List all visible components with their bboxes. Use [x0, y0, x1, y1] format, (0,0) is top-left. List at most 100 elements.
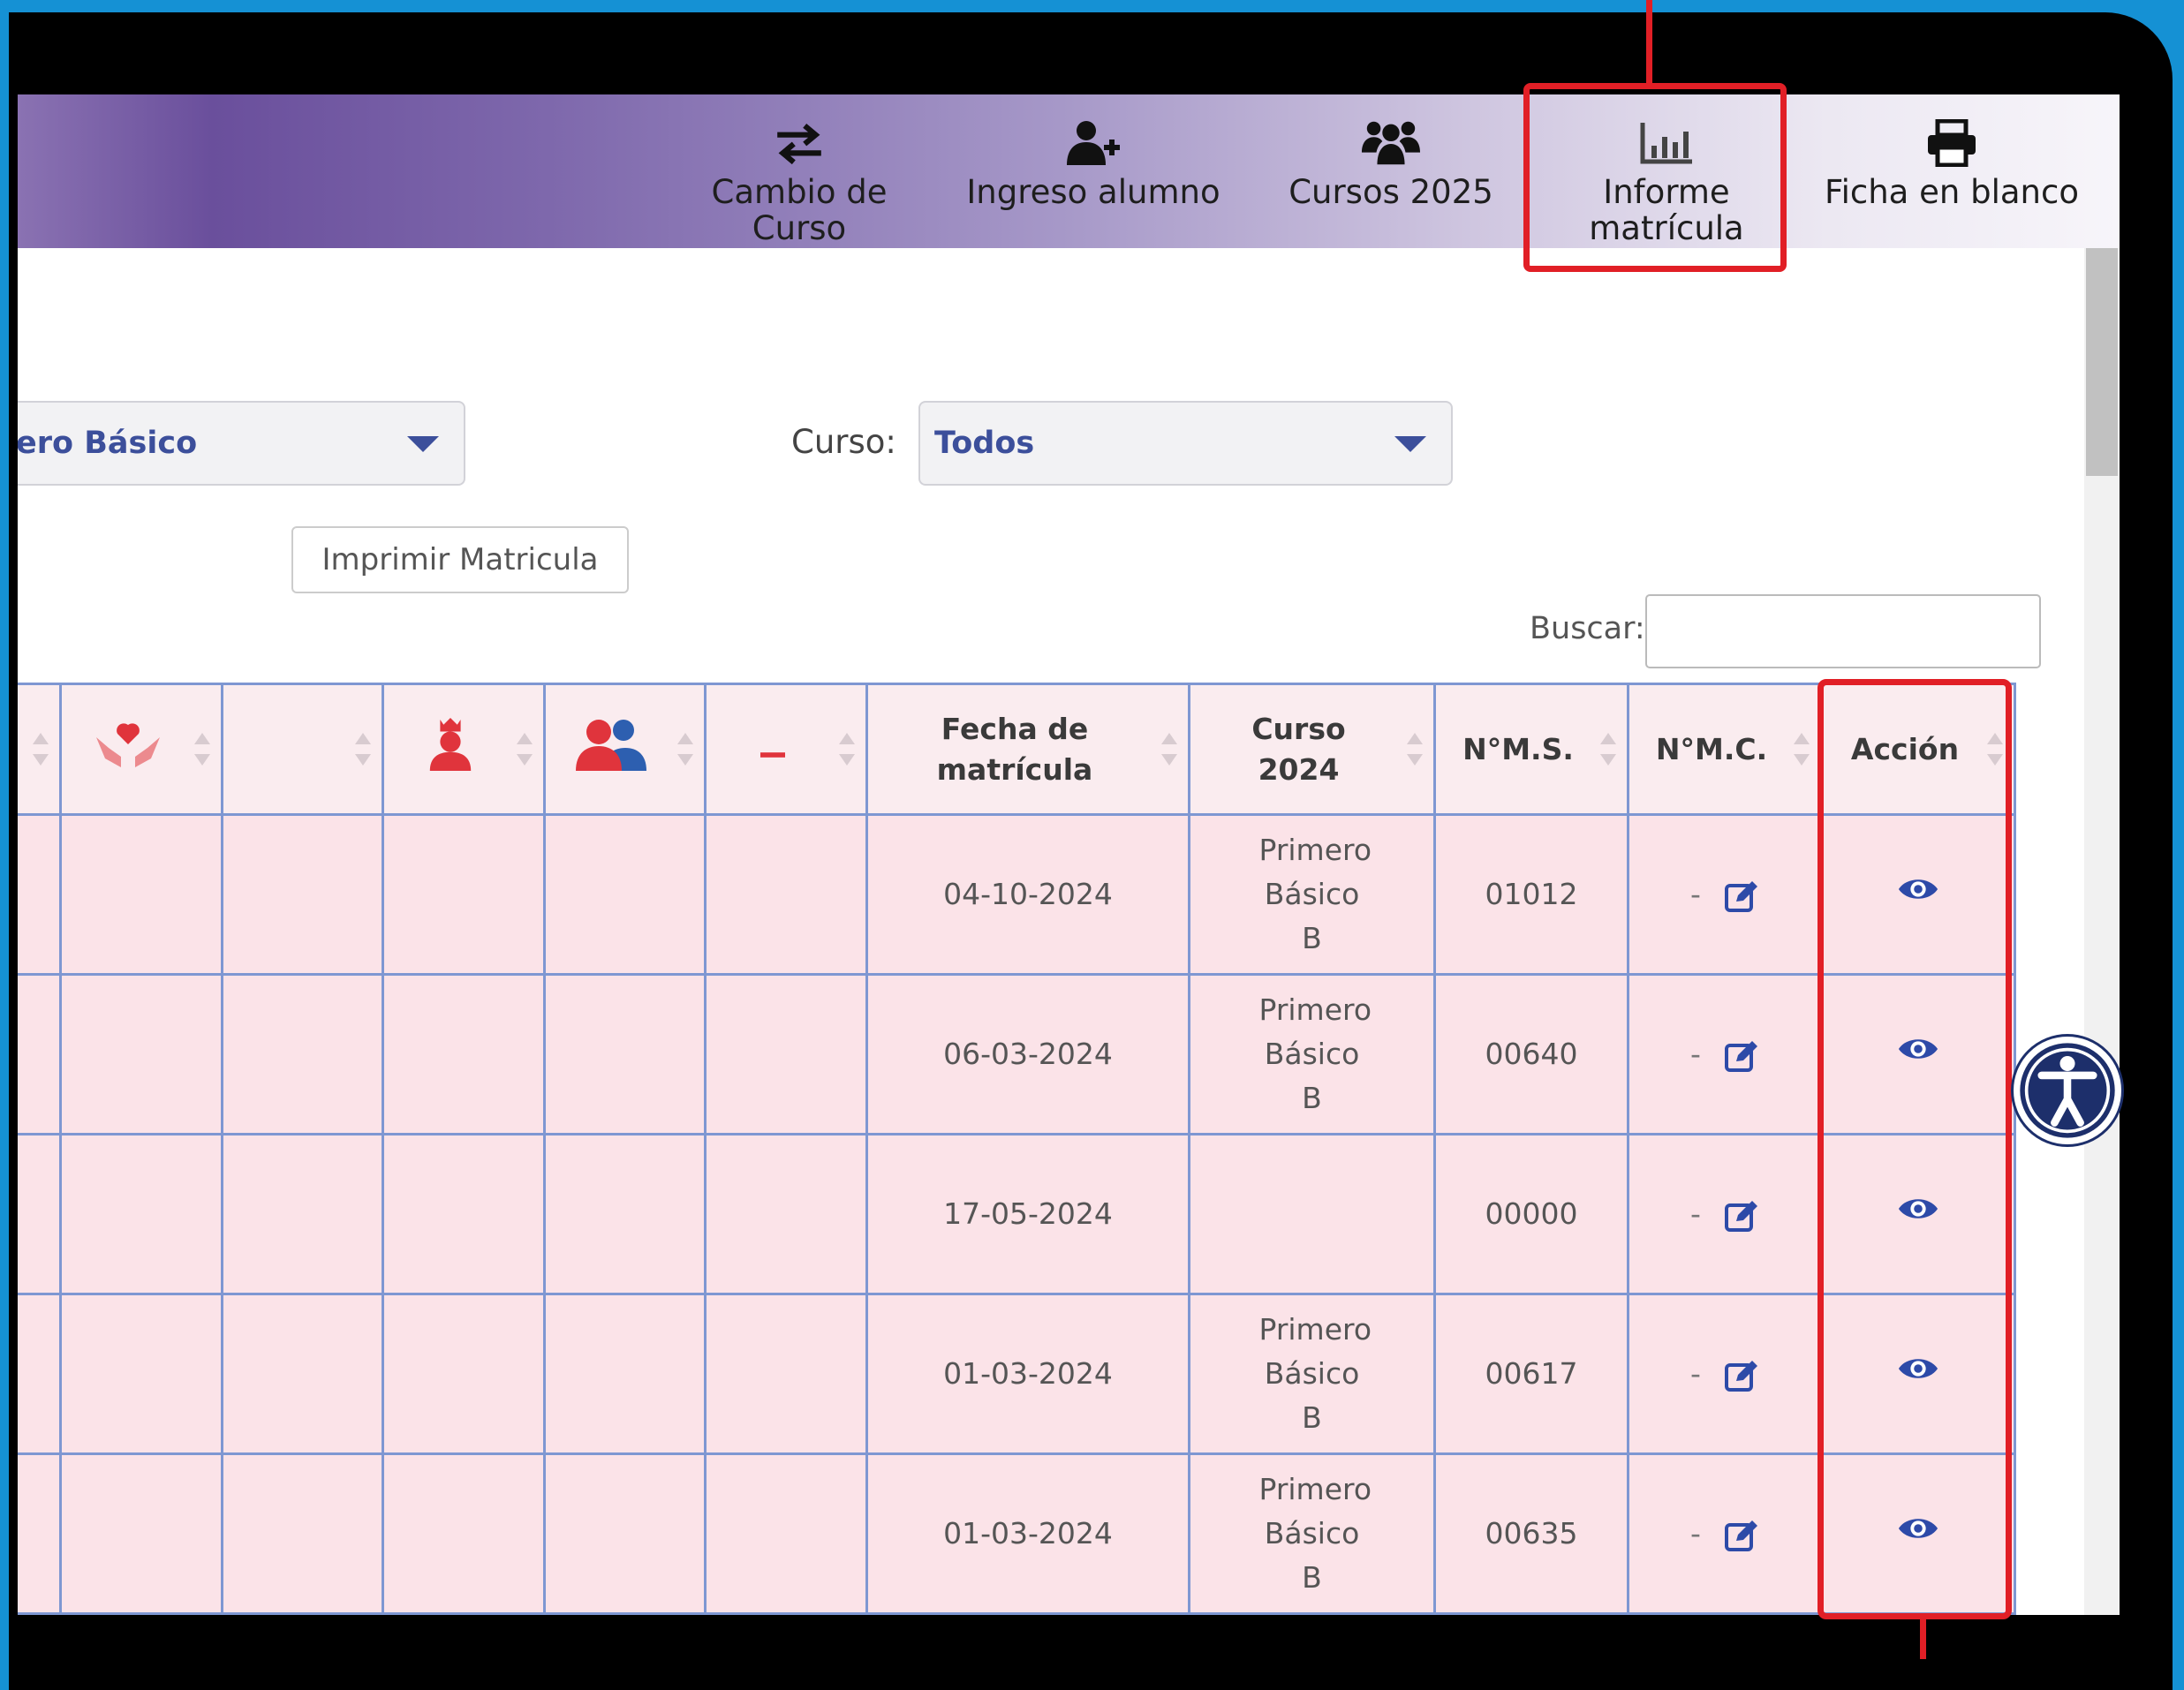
cell-nmc-value: -	[1690, 877, 1701, 911]
table-cell-empty	[704, 1293, 868, 1455]
exchange-icon	[667, 119, 932, 170]
cell-curso-text: Primero Básico B	[1258, 1312, 1372, 1435]
cell-nmc: -	[1627, 813, 1823, 976]
cell-curso: Primero Básico B	[1188, 1293, 1436, 1455]
sort-icon	[1407, 733, 1423, 773]
edit-icon[interactable]	[1724, 879, 1759, 914]
table-cell-empty	[18, 1133, 62, 1295]
sort-icon	[355, 733, 371, 773]
curso-select-value: Todos	[934, 426, 1035, 461]
nav-label: Cambio de Curso	[711, 173, 888, 247]
nav-label: Ficha en blanco	[1825, 173, 2079, 211]
cell-nms: 01012	[1433, 813, 1629, 976]
table-cell-empty	[221, 973, 384, 1135]
col-header-nmc[interactable]: N°M.C.	[1627, 683, 1823, 816]
col-header-blank[interactable]	[221, 683, 384, 816]
user-plus-icon	[961, 119, 1226, 170]
col-header-family[interactable]	[543, 683, 707, 816]
table-cell-empty	[704, 1133, 868, 1295]
table-cell-empty	[543, 1452, 707, 1615]
table-row: 01-03-2024 Primero Básico B 00635 -	[18, 1452, 2016, 1615]
search-input[interactable]	[1645, 594, 2041, 668]
cell-nms: 00617	[1433, 1293, 1629, 1455]
cell-curso-text: Primero Básico B	[1258, 833, 1372, 955]
table-cell-empty	[59, 1452, 223, 1615]
table-cell-empty	[543, 1133, 707, 1295]
table-cell-empty	[704, 1452, 868, 1615]
table-cell-empty	[59, 1133, 223, 1295]
table-cell-empty	[543, 813, 707, 976]
col-header-curso[interactable]: Curso 2024	[1188, 683, 1436, 816]
cell-curso	[1188, 1133, 1436, 1295]
cell-curso: Primero Básico B	[1188, 973, 1436, 1135]
imprimir-matricula-button[interactable]: Imprimir Matricula	[291, 526, 629, 593]
table-header-row: Fecha de matrícula Curso 2024 N°M.S. N°M…	[18, 683, 2016, 816]
accessibility-button[interactable]	[2011, 1034, 2124, 1147]
sort-icon	[839, 733, 855, 773]
nav-ficha-blanco[interactable]: Ficha en blanco	[1819, 118, 2084, 252]
table-cell-empty	[18, 1452, 62, 1615]
col-header-hands[interactable]	[59, 683, 223, 816]
scrollbar-thumb[interactable]	[2086, 248, 2118, 476]
table-cell-empty	[704, 813, 868, 976]
header-label: Fecha de matrícula	[936, 711, 1093, 787]
top-banner: Cambio de Curso Ingreso alumno Cursos 20…	[18, 94, 2120, 248]
highlight-box-accion	[1817, 679, 2012, 1619]
curso-select[interactable]: Todos	[918, 401, 1453, 486]
cell-fecha: 01-03-2024	[865, 1293, 1190, 1455]
nav-cambio-curso[interactable]: Cambio de Curso	[667, 119, 932, 252]
edit-icon[interactable]	[1724, 1518, 1759, 1553]
cell-nmc: -	[1627, 1293, 1823, 1455]
callout-line-top	[1646, 0, 1652, 87]
nivel-select[interactable]: ero Básico	[18, 401, 465, 486]
nav-label: Ingreso alumno	[966, 173, 1220, 211]
sort-icon	[33, 733, 49, 773]
users-color-icon	[575, 719, 646, 771]
table-cell-empty	[382, 1133, 546, 1295]
table-row: 17-05-2024 00000 -	[18, 1133, 2016, 1295]
cell-nmc-value: -	[1690, 1037, 1701, 1071]
cell-fecha: 17-05-2024	[865, 1133, 1190, 1295]
edit-icon[interactable]	[1724, 1038, 1759, 1074]
sort-icon	[1794, 733, 1810, 773]
curso-label: Curso:	[791, 423, 896, 461]
col-header-partial[interactable]	[18, 683, 62, 816]
highlight-box-informe	[1523, 83, 1787, 272]
chevron-down-icon	[407, 436, 439, 452]
table-row: 01-03-2024 Primero Básico B 00617 -	[18, 1293, 2016, 1455]
table-cell-empty	[382, 813, 546, 976]
cell-curso: Primero Básico B	[1188, 1452, 1436, 1615]
cell-nms: 00640	[1433, 973, 1629, 1135]
col-header-fecha[interactable]: Fecha de matrícula	[865, 683, 1190, 816]
col-header-crown[interactable]	[382, 683, 546, 816]
app-screen: Cambio de Curso Ingreso alumno Cursos 20…	[18, 94, 2120, 1615]
table-cell-empty	[543, 973, 707, 1135]
cell-nmc-value: -	[1690, 1196, 1701, 1231]
print-icon	[1819, 118, 2084, 170]
table-cell-empty	[18, 1293, 62, 1455]
accessibility-icon	[2020, 1043, 2115, 1138]
nivel-select-value: ero Básico	[18, 426, 198, 461]
col-header-minus[interactable]	[704, 683, 868, 816]
table-cell-empty	[382, 973, 546, 1135]
table-cell-empty	[221, 1452, 384, 1615]
table-cell-empty	[382, 1293, 546, 1455]
minus-icon	[760, 751, 785, 758]
sort-icon	[1600, 733, 1616, 773]
header-label: N°M.S.	[1462, 731, 1574, 766]
table-cell-empty	[704, 973, 868, 1135]
cell-nmc-value: -	[1690, 1356, 1701, 1391]
table-row: 04-10-2024 Primero Básico B 01012 -	[18, 813, 2016, 976]
cell-nmc: -	[1627, 1133, 1823, 1295]
nav-cursos-2025[interactable]: Cursos 2025	[1263, 119, 1519, 252]
students-table: Fecha de matrícula Curso 2024 N°M.S. N°M…	[18, 683, 2016, 1615]
cell-nmc: -	[1627, 1452, 1823, 1615]
edit-icon[interactable]	[1724, 1358, 1759, 1393]
edit-icon[interactable]	[1724, 1198, 1759, 1234]
search-label: Buscar:	[1530, 611, 1645, 646]
nav-ingreso-alumno[interactable]: Ingreso alumno	[961, 119, 1226, 252]
nav-label: Cursos 2025	[1288, 173, 1493, 211]
table-cell-empty	[59, 1293, 223, 1455]
sort-icon	[517, 733, 533, 773]
col-header-nms[interactable]: N°M.S.	[1433, 683, 1629, 816]
